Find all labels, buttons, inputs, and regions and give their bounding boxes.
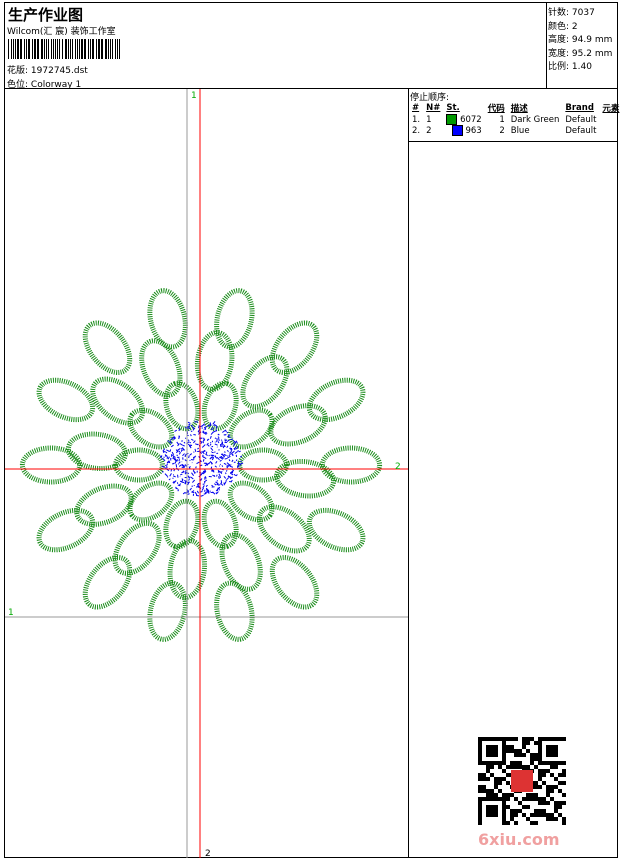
petal [215, 529, 268, 595]
stat-value: 7037 [572, 8, 595, 18]
stat-label: 高度: [548, 35, 569, 45]
code: 2 [485, 125, 508, 136]
axis-label-right: 2 [395, 462, 401, 472]
needle: 1 [423, 114, 443, 125]
petal [265, 398, 331, 451]
table-row: 1. 1 6072 1 Dark Green Default [409, 114, 620, 125]
petal [199, 497, 242, 551]
stop-sequence-panel: 停止顺序: # N# St. 代码 描述 Brand 元素 1. 1 6072 1 Dark Gr… [408, 88, 618, 142]
stat-value: 95.2 mm [572, 49, 612, 59]
petal [76, 549, 138, 615]
description: Dark Green [508, 114, 563, 125]
stat-value: 1.40 [572, 62, 592, 72]
table-row: 2. 2 963 2 Blue Default [409, 125, 620, 136]
petal [134, 335, 187, 401]
petal [145, 287, 191, 350]
needle: 2 [423, 125, 443, 136]
column-header: St. [443, 102, 484, 114]
brand: Default [562, 114, 599, 125]
row-index: 2. [409, 125, 423, 136]
petal [263, 549, 325, 615]
barcode [8, 39, 123, 59]
stat-3: 宽度: 95.2 mm [548, 46, 612, 59]
stat-value: 2 [572, 22, 578, 32]
color-swatch [452, 125, 463, 136]
petal [234, 349, 296, 415]
axis-label-top: 1 [191, 91, 197, 101]
petal [223, 476, 278, 528]
stat-label: 宽度: [548, 49, 569, 59]
petal [263, 315, 325, 381]
design-label: 花版: [7, 66, 28, 76]
petal [123, 403, 178, 455]
brand: Default [562, 125, 599, 136]
stat-1: 颜色: 2 [548, 19, 578, 32]
column-header: 元素 [599, 102, 620, 114]
petal [211, 287, 257, 350]
color-swatch [446, 114, 457, 125]
petal [85, 370, 151, 432]
description: Blue [508, 125, 563, 136]
petal [303, 372, 369, 427]
column-header: Brand [562, 102, 599, 114]
petal [71, 479, 137, 532]
stat-label: 颜色: [548, 22, 569, 32]
header-panel: 生产作业图 Wilcom(汇 宸) 装饰工作室 花版: 1972745.dst … [4, 2, 547, 89]
stat-4: 比例: 1.40 [548, 59, 592, 72]
axis-label-left: 1 [8, 608, 14, 618]
stat-label: 比例: [548, 62, 569, 72]
petal [240, 450, 287, 480]
axis-label-bottom: 2 [205, 849, 211, 858]
column-header: # [409, 102, 423, 114]
production-worksheet: 生产作业图 Wilcom(汇 宸) 装饰工作室 花版: 1972745.dst … [0, 0, 620, 860]
row-index: 1. [409, 114, 423, 125]
stat-label: 针数: [548, 8, 569, 18]
page-title: 生产作业图 [8, 4, 83, 25]
petal [116, 450, 163, 480]
petal [145, 580, 191, 643]
qr-code-logo [478, 737, 568, 825]
element [599, 114, 620, 125]
petal [33, 502, 99, 557]
petal [160, 379, 203, 433]
stat-value: 94.9 mm [572, 35, 612, 45]
design-preview: 1 2 1 2 [5, 89, 408, 858]
code: 1 [485, 114, 508, 125]
design-value: 1972745.dst [31, 66, 88, 76]
watermark: 6xiu.com [478, 830, 560, 849]
stat-2: 高度: 94.9 mm [548, 32, 612, 45]
column-header: 描述 [508, 102, 563, 114]
column-header: 代码 [485, 102, 508, 114]
design-file: 花版: 1972745.dst [7, 63, 88, 76]
petal [211, 580, 257, 643]
stitches: 6072 [460, 115, 482, 125]
petal [33, 372, 99, 427]
petal [106, 515, 168, 581]
company-name: Wilcom(汇 宸) 装饰工作室 [7, 24, 116, 37]
stop-sequence-table: # N# St. 代码 描述 Brand 元素 1. 1 6072 1 Dark Green Def… [409, 102, 620, 136]
element [599, 125, 620, 136]
petal [251, 498, 317, 560]
column-header: N# [423, 102, 443, 114]
petal [66, 431, 127, 472]
petal [76, 315, 138, 381]
petal [275, 458, 336, 499]
stat-0: 针数: 7037 [548, 5, 595, 18]
stats-panel: 针数: 7037 颜色: 2 高度: 94.9 mm 宽度: 95.2 mm 比例: 1… [546, 2, 618, 89]
stitches: 963 [465, 126, 481, 136]
petal [303, 502, 369, 557]
